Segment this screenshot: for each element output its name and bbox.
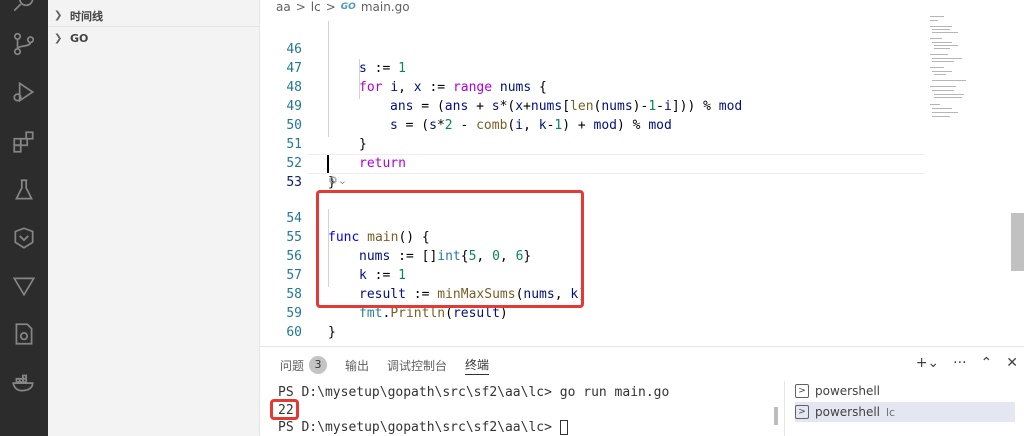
- panel-actions: +⌄ ··· ⌃ ✕: [916, 355, 1018, 371]
- line-number: 60: [286, 325, 302, 340]
- code-line: 50 }: [260, 97, 366, 152]
- code-line: 53: [260, 154, 302, 190]
- settings-sync-icon[interactable]: [10, 320, 38, 348]
- breadcrumb-item[interactable]: aa: [276, 0, 291, 14]
- indent-guide: [328, 21, 329, 137]
- code-line: 51 return: [260, 116, 406, 171]
- chevron-right-icon: ❯: [54, 10, 63, 21]
- terminal-command: go run main.go: [559, 385, 670, 400]
- tab-label: 调试控制台: [387, 358, 448, 373]
- activity-bar: [0, 0, 48, 436]
- scrollbar-thumb[interactable]: [1011, 213, 1024, 271]
- testing-icon[interactable]: [10, 176, 38, 204]
- code-line: 60: [260, 304, 302, 340]
- tab-terminal[interactable]: 终端: [465, 355, 490, 375]
- terminal-scrollbar[interactable]: [774, 407, 778, 425]
- terminal-cursor: [559, 420, 568, 435]
- bottom-panel: 问题 3 输出 调试控制台 终端 +⌄ ··· ⌃ ✕ PS D:\mysetu…: [260, 346, 1024, 436]
- go-file-icon: GO: [340, 2, 356, 12]
- code-line: 54 func main() {: [260, 190, 429, 245]
- terminal-prompt: PS D:\mysetup\gopath\src\sf2\aa\lc>: [278, 385, 560, 400]
- code-line: 57 result := minMaxSums(nums, k): [260, 247, 586, 302]
- terminal-name: powershell: [815, 384, 880, 398]
- terminal-list-item[interactable]: > powershell: [795, 381, 880, 401]
- panel-tabs: 问题 3 输出 调试控制台 终端: [280, 355, 507, 375]
- new-terminal-icon[interactable]: +⌄: [916, 355, 939, 371]
- highlight-box: [270, 399, 299, 420]
- terminal-line: PS D:\mysetup\gopath\src\sf2\aa\lc>: [278, 420, 568, 435]
- terminal-line: PS D:\mysetup\gopath\src\sf2\aa\lc> go r…: [278, 385, 669, 400]
- code-line: 46 s := 1: [260, 21, 406, 76]
- terminal-list-item[interactable]: > powershell lc: [795, 402, 1015, 422]
- problems-count-badge: 3: [309, 356, 328, 374]
- code-line: 49 s = (s*2 - comb(i, k-1) + mod) % mod: [260, 78, 671, 133]
- terminal-list: > powershell > powershell lc: [784, 381, 1024, 436]
- remote-explorer-icon[interactable]: [10, 224, 38, 252]
- terminal-icon: >: [795, 384, 809, 398]
- tab-label: 问题: [280, 358, 305, 373]
- breadcrumb-item[interactable]: main.go: [361, 0, 410, 14]
- breadcrumb: aa > lc > GO main.go: [276, 0, 410, 14]
- filter-icon[interactable]: [10, 272, 38, 300]
- sidebar-item-label: GO: [70, 31, 89, 45]
- code-line: 58 fmt.Println(result): [260, 266, 507, 321]
- sidebar-item-go[interactable]: ❯ GO: [48, 27, 260, 49]
- code-line: 59 }: [260, 285, 335, 340]
- code-line: 55 nums := []int{5, 0, 6}: [260, 209, 531, 264]
- extensions-icon[interactable]: [10, 128, 38, 156]
- codelens-run-icon[interactable]: ⚙⌄: [328, 174, 347, 187]
- source-control-icon[interactable]: [10, 30, 38, 58]
- breadcrumb-item[interactable]: lc: [311, 0, 321, 14]
- highlight-box: [316, 190, 584, 308]
- code-line: 52 }: [260, 135, 335, 190]
- tab-problems[interactable]: 问题 3: [280, 355, 328, 375]
- sidebar-item-label: 时间线: [70, 9, 103, 23]
- terminal-prompt: PS D:\mysetup\gopath\src\sf2\aa\lc>: [278, 420, 560, 435]
- tab-debug-console[interactable]: 调试控制台: [387, 355, 447, 375]
- tab-label: 输出: [345, 358, 370, 373]
- chevron-right-icon: >: [325, 0, 336, 14]
- chevron-right-icon: ❯: [54, 32, 63, 44]
- docker-icon[interactable]: [10, 368, 38, 396]
- terminal-name: powershell: [815, 405, 880, 419]
- terminal-icon: >: [795, 405, 809, 419]
- minimap[interactable]: [928, 14, 998, 134]
- sidebar-item-timeline[interactable]: ❯ 时间线: [48, 5, 260, 27]
- tab-output[interactable]: 输出: [345, 355, 369, 375]
- close-icon[interactable]: ✕: [1006, 355, 1018, 371]
- more-actions-icon[interactable]: ···: [953, 355, 966, 371]
- code-editor[interactable]: aa > lc > GO main.go 46 s := 1 47 for i,…: [260, 0, 1024, 346]
- tab-label: 终端: [465, 358, 490, 372]
- editor-scrollbar[interactable]: [1010, 0, 1024, 346]
- maximize-panel-icon[interactable]: ⌃: [981, 355, 993, 371]
- code-line: 56 k := 1: [260, 228, 406, 283]
- text-cursor: [327, 155, 329, 173]
- run-debug-icon[interactable]: [10, 78, 38, 106]
- chevron-right-icon: >: [295, 0, 306, 14]
- code-line: 48 ans = (ans + s*(x+nums[len(nums)-1-i]…: [260, 59, 742, 114]
- code-line: 47 for i, x := range nums {: [260, 40, 547, 95]
- search-icon[interactable]: [10, 0, 38, 16]
- sidebar: ❯ 时间线 ❯ GO: [48, 0, 260, 436]
- terminal-cwd: lc: [886, 405, 896, 419]
